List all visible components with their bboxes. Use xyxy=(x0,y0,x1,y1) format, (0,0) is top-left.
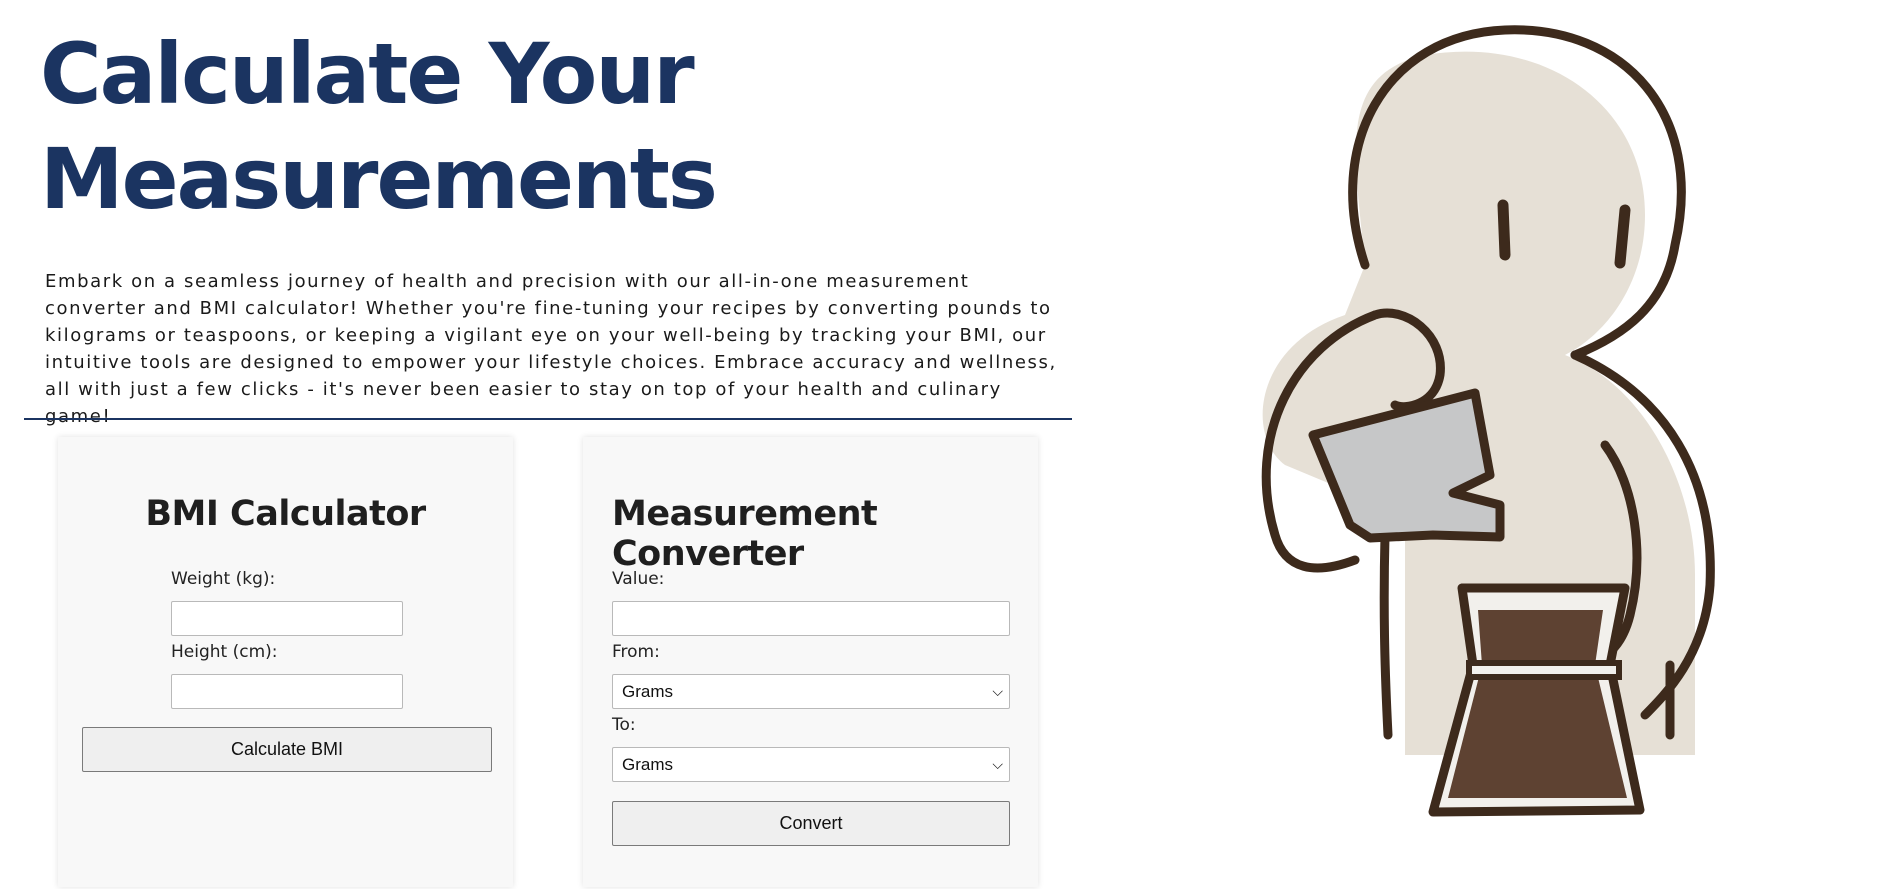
bmi-title: BMI Calculator xyxy=(145,494,426,534)
calculate-bmi-button[interactable]: Calculate BMI xyxy=(82,727,492,772)
left-eye xyxy=(1497,199,1511,261)
from-selected-value: Grams xyxy=(622,682,673,701)
weight-input[interactable] xyxy=(171,601,403,636)
height-input[interactable] xyxy=(171,674,403,709)
torso-left-outline xyxy=(1379,530,1393,740)
height-label: Height (cm): xyxy=(171,642,278,662)
carafe-band xyxy=(1466,660,1622,680)
title-line-1: Calculate Your xyxy=(40,25,695,123)
chevron-down-icon: ⌵ xyxy=(992,683,1003,699)
value-input[interactable] xyxy=(612,601,1010,636)
from-label: From: xyxy=(612,642,660,662)
to-unit-select[interactable]: Grams ⌵ xyxy=(612,747,1010,782)
measurement-converter-card: Measurement Converter Value: From: Grams… xyxy=(583,437,1038,887)
right-eye xyxy=(1614,204,1631,269)
intro-paragraph: Embark on a seamless journey of health a… xyxy=(45,271,1057,427)
weight-label: Weight (kg): xyxy=(171,569,276,589)
to-label: To: xyxy=(612,715,636,735)
page-title: Calculate Your Measurements xyxy=(40,22,718,232)
from-unit-select[interactable]: Grams ⌵ xyxy=(612,674,1010,709)
convert-button[interactable]: Convert xyxy=(612,801,1010,846)
title-line-2: Measurements xyxy=(40,130,718,228)
chevron-down-icon: ⌵ xyxy=(992,756,1003,772)
to-selected-value: Grams xyxy=(622,755,673,774)
section-divider xyxy=(24,418,1072,420)
person-pouring-coffee-illustration xyxy=(1261,25,1715,817)
value-label: Value: xyxy=(612,569,665,589)
converter-title: Measurement Converter xyxy=(612,494,878,574)
bmi-calculator-card: BMI Calculator Weight (kg): Height (cm):… xyxy=(58,437,513,887)
